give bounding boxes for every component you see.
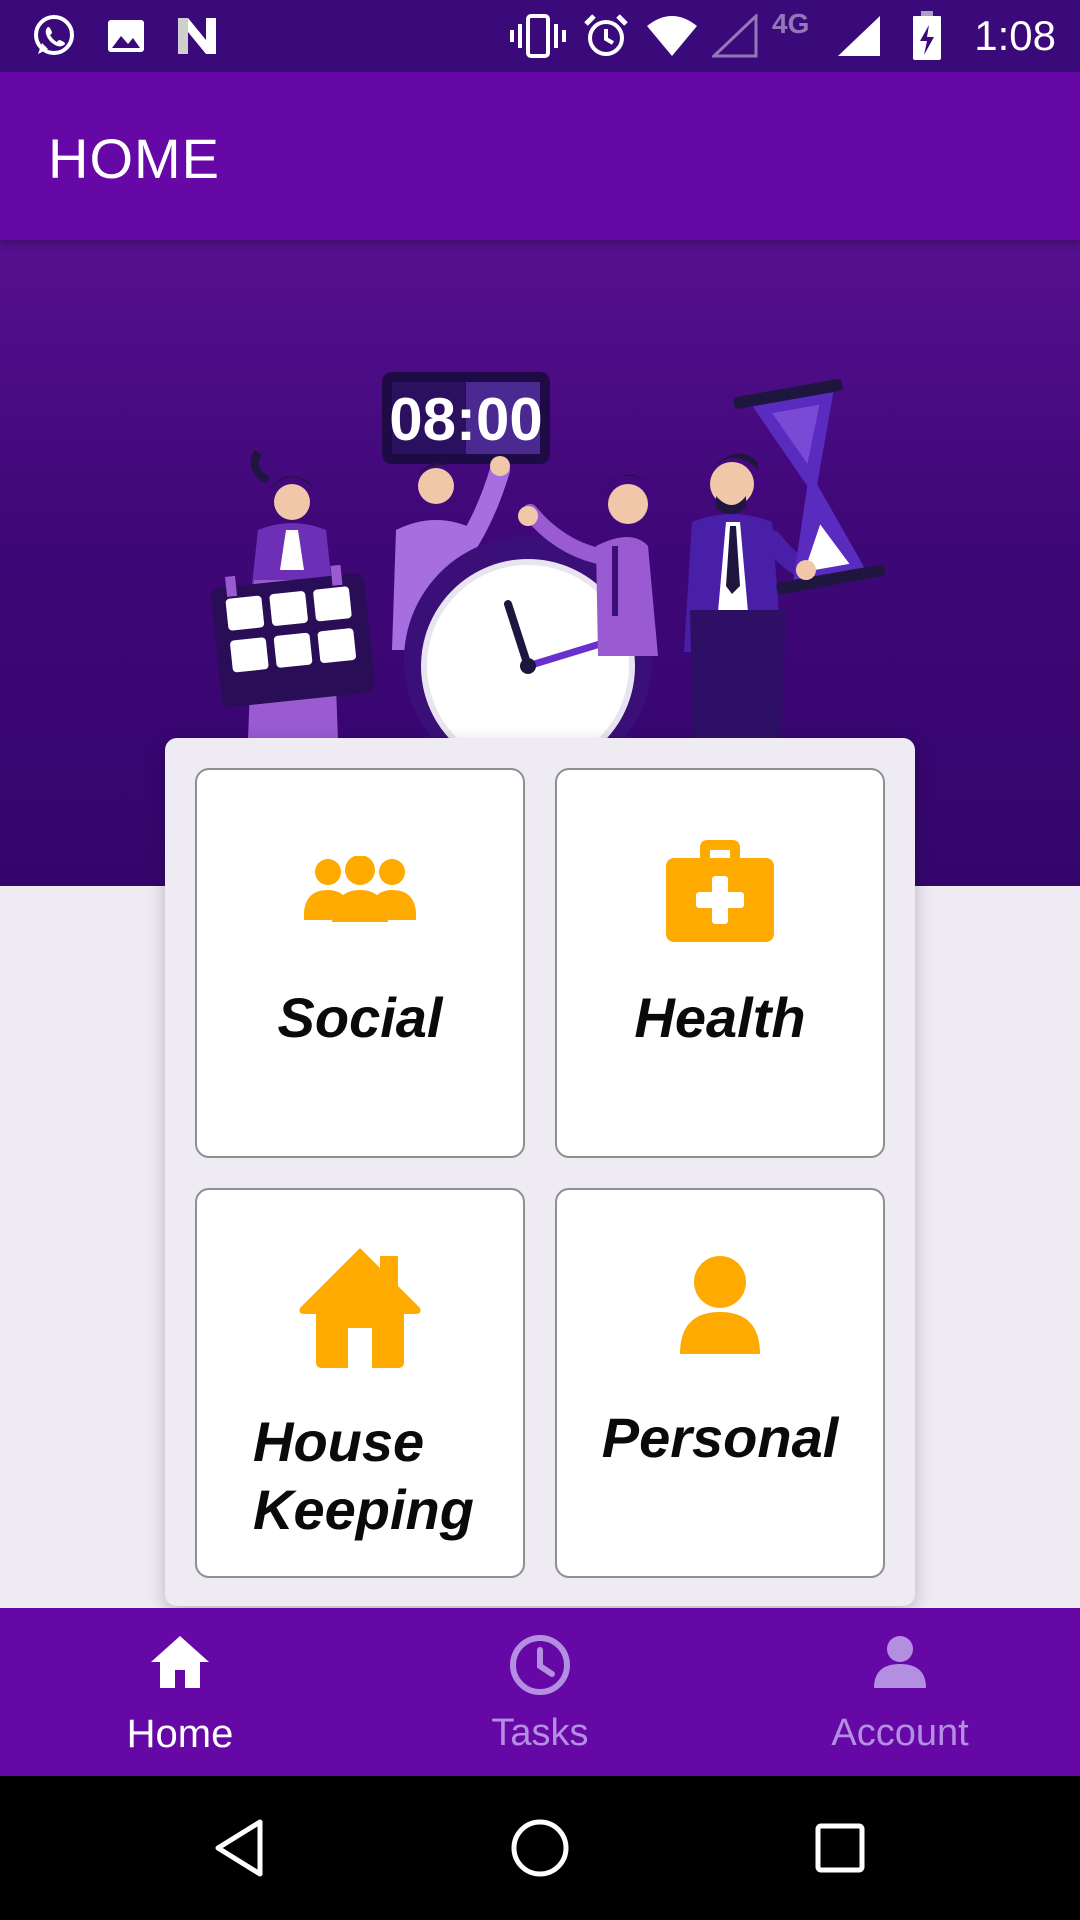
alarm-icon: [580, 12, 632, 60]
category-card-house-keeping[interactable]: House Keeping: [195, 1188, 525, 1578]
nav-label-account: Account: [831, 1712, 969, 1754]
bottom-navigation: Home Tasks Account: [0, 1608, 1080, 1776]
status-time: 1:08: [974, 12, 1056, 59]
battery-charging-icon: [908, 11, 946, 60]
signal-empty-icon: [710, 12, 760, 60]
category-label-house-keeping: House Keeping: [197, 1408, 523, 1544]
category-label-house: House: [253, 1410, 425, 1473]
digital-clock-sign: 08:00: [382, 372, 550, 464]
whatsapp-icon: [28, 12, 80, 60]
nav-label-home: Home: [126, 1712, 234, 1756]
category-panel: Social Health House Keeping Personal: [165, 738, 915, 1606]
app-bar: HOME: [0, 72, 1080, 240]
person-icon: [557, 1256, 883, 1354]
status-bar: 4G 1:08: [0, 0, 1080, 72]
system-navigation-bar: [0, 1776, 1080, 1920]
nav-label-tasks: Tasks: [491, 1712, 589, 1754]
nav-item-home[interactable]: Home: [0, 1608, 360, 1776]
clock-display-text: 08:00: [389, 386, 542, 453]
category-card-personal[interactable]: Personal: [555, 1188, 885, 1578]
network-type: 4G: [772, 8, 810, 39]
category-label-social: Social: [277, 986, 443, 1049]
vibrate-icon: [508, 12, 568, 60]
gallery-icon: [102, 12, 150, 60]
wifi-icon: [644, 12, 700, 60]
back-icon[interactable]: [204, 1812, 276, 1884]
nav-item-account[interactable]: Account: [720, 1608, 1080, 1776]
medical-kit-icon: [557, 836, 883, 944]
recents-icon[interactable]: [804, 1812, 876, 1884]
home-icon: [0, 1634, 360, 1690]
account-icon: [720, 1634, 1080, 1690]
clock-icon: [360, 1634, 720, 1696]
nav-item-tasks[interactable]: Tasks: [360, 1608, 720, 1776]
category-label-personal: Personal: [601, 1406, 839, 1469]
house-icon: [197, 1246, 523, 1368]
people-icon: [197, 856, 523, 922]
signal-icon: [834, 12, 884, 60]
category-card-social[interactable]: Social: [195, 768, 525, 1158]
home-circle-icon[interactable]: [504, 1812, 576, 1884]
category-label-keeping: Keeping: [253, 1478, 474, 1541]
category-card-health[interactable]: Health: [555, 768, 885, 1158]
page-title: HOME: [48, 127, 220, 190]
person-with-calendar: [211, 450, 375, 740]
n-icon: [172, 12, 222, 60]
category-label-health: Health: [634, 986, 806, 1049]
